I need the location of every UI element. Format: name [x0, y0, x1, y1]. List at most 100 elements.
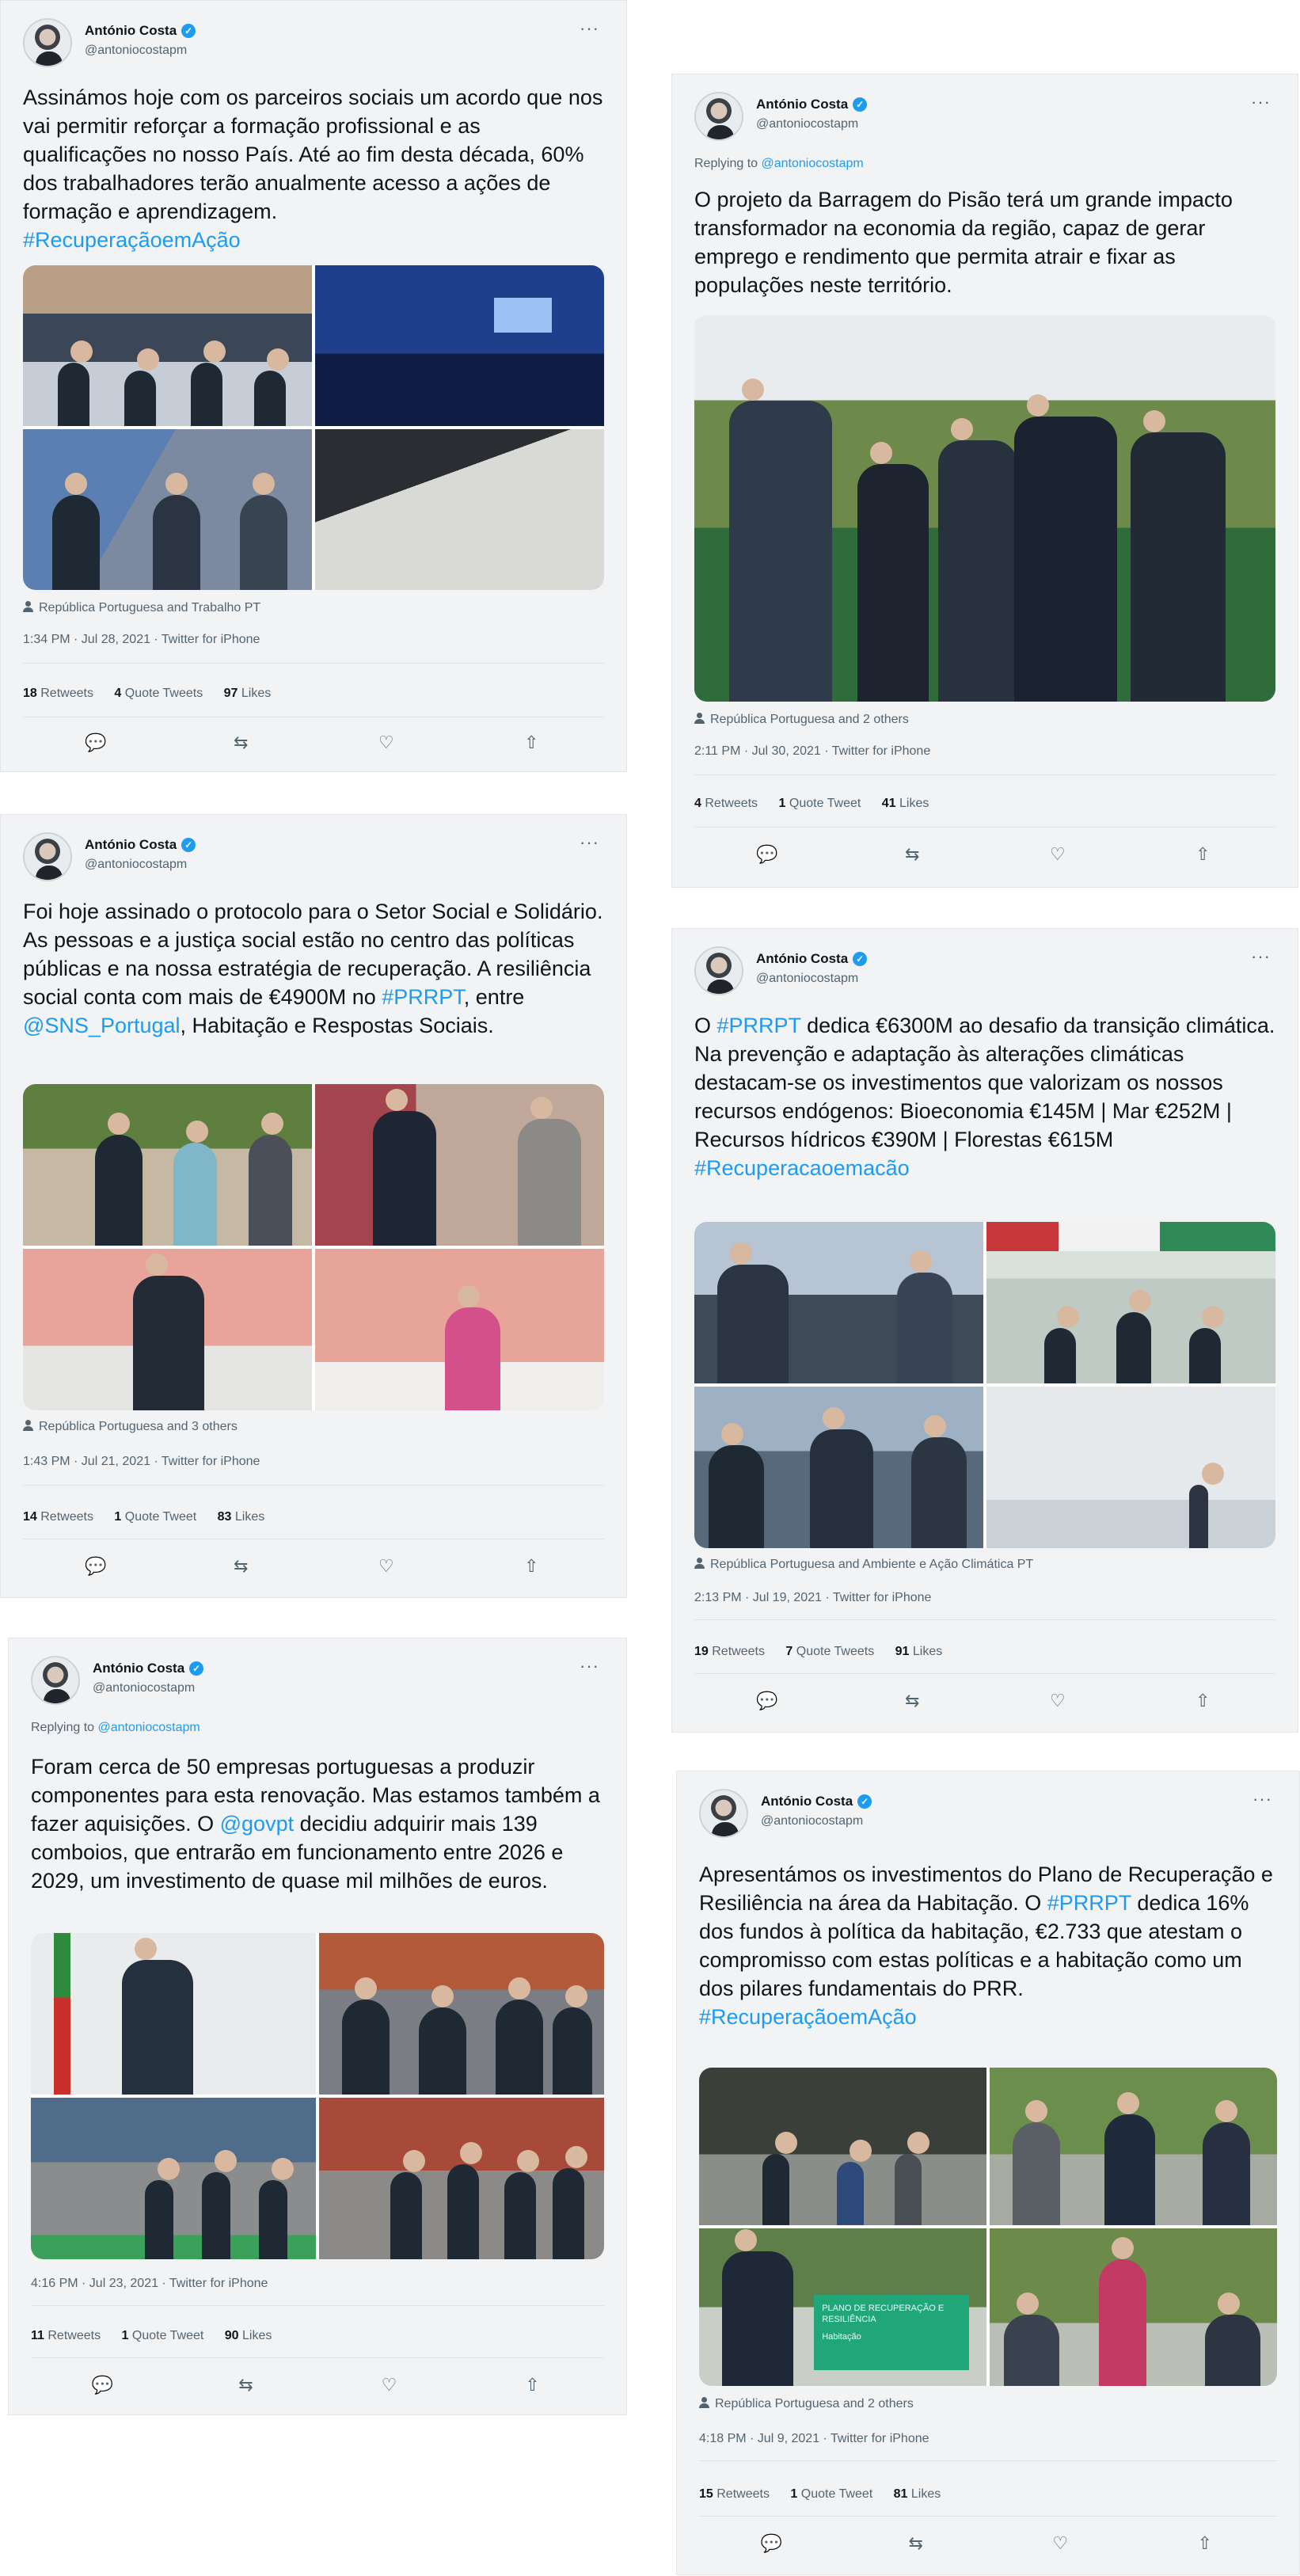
tweet-media[interactable] [694, 1222, 1275, 1548]
tweet-timestamp[interactable]: 2:11 PM · Jul 30, 2021 · Twitter for iPh… [694, 744, 930, 759]
author-handle[interactable]: @antoniocostapm [85, 44, 187, 58]
tagged-users[interactable]: República Portuguesa and 3 others [23, 1420, 238, 1434]
heart-icon[interactable]: ♡ [1046, 1691, 1070, 1711]
quote-count[interactable]: 4 Quote Tweets [114, 687, 203, 700]
like-count[interactable]: 90 Likes [225, 2329, 272, 2342]
reply-icon[interactable]: 💬 [84, 1556, 108, 1577]
reply-icon[interactable]: 💬 [91, 2375, 115, 2395]
hashtag-link[interactable]: #RecuperaçãoemAção [699, 2005, 917, 2029]
reply-icon[interactable]: 💬 [759, 2533, 783, 2554]
retweet-icon[interactable]: ⇆ [900, 844, 924, 865]
retweet-count[interactable]: 11 Retweets [31, 2329, 101, 2342]
quote-count[interactable]: 1 Quote Tweet [779, 797, 861, 810]
author-name[interactable]: António Costa ✓ [93, 1661, 204, 1676]
photo-woman-speaker[interactable] [990, 2228, 1277, 2386]
author-name[interactable]: António Costa ✓ [761, 1794, 872, 1809]
tweet-timestamp[interactable]: 1:43 PM · Jul 21, 2021 · Twitter for iPh… [23, 1455, 260, 1469]
like-count[interactable]: 97 Likes [224, 687, 272, 700]
photo-housing-plan-sign[interactable]: PLANO DE RECUPERAÇÃO E RESILIÊNCIA Habit… [699, 2228, 986, 2386]
photo-officials-fist-bump[interactable] [694, 315, 1275, 702]
retweet-icon[interactable]: ⇆ [229, 732, 253, 753]
heart-icon[interactable]: ♡ [1048, 2533, 1072, 2554]
quote-count[interactable]: 7 Quote Tweets [785, 1645, 874, 1658]
tweet-timestamp[interactable]: 1:34 PM · Jul 28, 2021 · Twitter for iPh… [23, 633, 260, 647]
more-icon[interactable]: ··· [1251, 946, 1271, 967]
retweet-count[interactable]: 15 Retweets [699, 2487, 770, 2501]
photo-signing-protocol[interactable] [23, 1249, 312, 1410]
reply-icon[interactable]: 💬 [84, 732, 108, 753]
hashtag-link[interactable]: #Recuperacaoemacão [694, 1156, 910, 1180]
tweet-timestamp[interactable]: 2:13 PM · Jul 19, 2021 · Twitter for iPh… [694, 1591, 931, 1605]
author-handle[interactable]: @antoniocostapm [93, 1681, 195, 1695]
reply-to-link[interactable]: @antoniocostapm [762, 157, 864, 170]
heart-icon[interactable]: ♡ [378, 2375, 401, 2395]
photo-masked-officials[interactable] [23, 429, 312, 590]
more-icon[interactable]: ··· [1252, 1789, 1272, 1809]
photo-officials-walking[interactable] [319, 2098, 604, 2259]
tweet-timestamp[interactable]: 4:16 PM · Jul 23, 2021 · Twitter for iPh… [31, 2277, 268, 2291]
share-icon[interactable]: ⇧ [1193, 2533, 1217, 2554]
retweet-count[interactable]: 19 Retweets [694, 1645, 765, 1658]
photo-signed-document[interactable] [315, 429, 604, 590]
share-icon[interactable]: ⇧ [519, 1556, 543, 1577]
heart-icon[interactable]: ♡ [374, 1556, 398, 1577]
avatar[interactable] [694, 92, 743, 141]
tagged-users[interactable]: República Portuguesa and Ambiente e Ação… [694, 1558, 1033, 1572]
like-count[interactable]: 83 Likes [218, 1510, 265, 1524]
author-handle[interactable]: @antoniocostapm [756, 972, 858, 986]
retweet-icon[interactable]: ⇆ [234, 2375, 258, 2395]
like-count[interactable]: 91 Likes [895, 1645, 943, 1658]
tweet-card[interactable]: António Costa ✓ @antoniocostapm ··· Foi h… [0, 814, 627, 1598]
like-count[interactable]: 81 Likes [894, 2487, 941, 2501]
quote-count[interactable]: 1 Quote Tweet [114, 1510, 196, 1524]
heart-icon[interactable]: ♡ [1046, 844, 1070, 865]
reply-icon[interactable]: 💬 [755, 844, 779, 865]
reply-icon[interactable]: 💬 [755, 1691, 779, 1711]
photo-officials-by-car[interactable] [694, 1222, 983, 1383]
author-handle[interactable]: @antoniocostapm [85, 858, 187, 872]
reply-to-link[interactable]: @antoniocostapm [98, 1721, 200, 1734]
avatar[interactable] [23, 18, 72, 67]
avatar[interactable] [694, 946, 743, 995]
photo-conversation[interactable] [315, 1084, 604, 1246]
retweet-count[interactable]: 4 Retweets [694, 797, 758, 810]
share-icon[interactable]: ⇧ [1191, 844, 1214, 865]
quote-count[interactable]: 1 Quote Tweet [122, 2329, 204, 2342]
tweet-media[interactable] [23, 1084, 604, 1410]
photo-outdoor-greeting[interactable] [23, 1084, 312, 1246]
tweet-media[interactable]: PLANO DE RECUPERAÇÃO E RESILIÊNCIA Habit… [699, 2068, 1277, 2386]
share-icon[interactable]: ⇧ [1191, 1691, 1214, 1711]
photo-tent-audience[interactable] [986, 1222, 1275, 1383]
heart-icon[interactable]: ♡ [374, 732, 398, 753]
photo-train-workshop[interactable] [31, 2098, 316, 2259]
retweet-icon[interactable]: ⇆ [904, 2533, 928, 2554]
hashtag-link[interactable]: #RecuperaçãoemAção [23, 228, 241, 252]
photo-tent-speaker[interactable] [986, 1387, 1275, 1548]
author-name[interactable]: António Costa ✓ [85, 837, 196, 853]
mention-link[interactable]: @SNS_Portugal [23, 1014, 181, 1037]
avatar[interactable] [23, 832, 72, 881]
tweet-media[interactable] [23, 265, 604, 590]
photo-three-officials[interactable] [990, 2068, 1277, 2225]
hashtag-link[interactable]: #PRRPT [717, 1014, 801, 1037]
author-name[interactable]: António Costa ✓ [756, 97, 868, 112]
photo-masked-group[interactable] [694, 1387, 983, 1548]
tweet-media[interactable] [694, 315, 1275, 702]
more-icon[interactable]: ··· [580, 832, 599, 853]
author-name[interactable]: António Costa ✓ [85, 23, 196, 39]
hashtag-link[interactable]: #PRRPT [1047, 1891, 1131, 1915]
avatar[interactable] [31, 1656, 80, 1705]
author-handle[interactable]: @antoniocostapm [756, 117, 858, 131]
tweet-card[interactable]: António Costa ✓ @antoniocostapm ··· Reply… [671, 74, 1298, 888]
photo-conference-hall[interactable] [23, 265, 312, 426]
tweet-media[interactable] [31, 1933, 604, 2259]
tagged-users[interactable]: República Portuguesa and 2 others [694, 713, 909, 727]
tagged-users[interactable]: República Portuguesa and 2 others [699, 2397, 914, 2411]
retweet-icon[interactable]: ⇆ [229, 1556, 253, 1577]
author-handle[interactable]: @antoniocostapm [761, 1814, 863, 1828]
photo-factory-visit[interactable] [319, 1933, 604, 2095]
photo-stage-podium[interactable] [315, 265, 604, 426]
tweet-card[interactable]: António Costa ✓ @antoniocostapm ··· Apres… [676, 1771, 1300, 2575]
photo-speaker-podium[interactable] [31, 1933, 316, 2095]
like-count[interactable]: 41 Likes [882, 797, 929, 810]
